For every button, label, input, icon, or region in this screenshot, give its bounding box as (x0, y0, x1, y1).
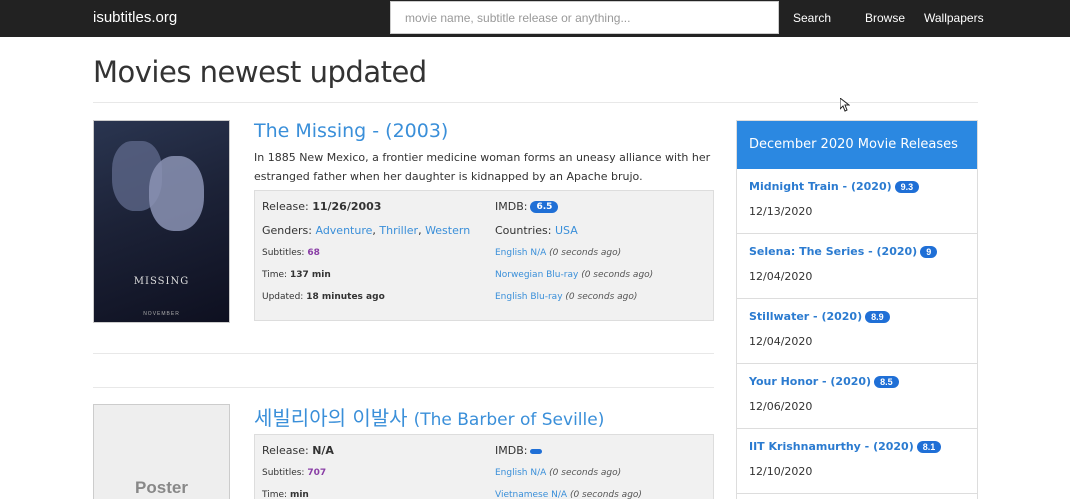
release-title-link[interactable]: Midnight Train - (2020) (749, 180, 892, 193)
release-date: 12/10/2020 (749, 465, 813, 478)
imdb-badge: 6.5 (530, 201, 559, 213)
release-date: 12/13/2020 (749, 205, 813, 218)
imdb-row: IMDB: 6.5 (495, 200, 559, 213)
release-title-link[interactable]: Your Honor - (2020) (749, 375, 871, 388)
subtitle-count[interactable]: 68 (307, 248, 320, 258)
subtitles-row: Subtitles: 68 (262, 248, 320, 258)
movie-info-box: Release: 11/26/2003 IMDB: 6.5 Genders: Ad… (254, 190, 714, 321)
search-input[interactable]: movie name, subtitle release or anything… (390, 1, 779, 34)
release-row: Release: 11/26/2003 (262, 200, 382, 213)
release-item[interactable]: Selena: The Series - (2020) 9 12/04/2020 (737, 234, 977, 299)
imdb-row: IMDB: (495, 444, 543, 457)
poster-date: NOVEMBER (143, 311, 180, 317)
release-row: Release: N/A (262, 444, 334, 457)
nav-browse[interactable]: Browse (865, 11, 905, 25)
countries-row: Countries: USA (495, 224, 578, 237)
genre-link[interactable]: Adventure (315, 224, 372, 237)
release-item[interactable]: Your Honor - (2020) 8.5 12/06/2020 (737, 364, 977, 429)
subtitle-entry: English Blu-ray (0 seconds ago) (495, 292, 638, 302)
subtitle-link[interactable]: English N/A (495, 468, 546, 478)
runtime: 137 min (289, 270, 331, 280)
movie-description: In 1885 New Mexico, a frontier medicine … (254, 151, 711, 183)
release-item[interactable]: IIT Krishnamurthy - (2020) 8.1 12/10/2020 (737, 429, 977, 494)
updated-time: 18 minutes ago (306, 292, 385, 302)
brand-logo[interactable]: isubtitles.org (93, 9, 177, 26)
divider (93, 387, 714, 388)
subtitle-link[interactable]: English Blu-ray (495, 292, 563, 302)
search-button[interactable]: Search (793, 11, 831, 25)
subtitle-link[interactable]: English N/A (495, 248, 546, 258)
release-title-link[interactable]: IIT Krishnamurthy - (2020) (749, 440, 914, 453)
time-row: Time: min (262, 490, 309, 499)
subtitle-link[interactable]: Norwegian Blu-ray (495, 270, 578, 280)
release-date: N/A (312, 444, 334, 457)
rating-badge: 8.1 (916, 440, 942, 453)
movie-poster-placeholder[interactable]: Poster (93, 404, 230, 499)
release-item[interactable]: Midnight Train - (2020) 9.3 12/13/2020 (737, 169, 977, 234)
release-date: 12/04/2020 (749, 335, 813, 348)
rating-badge: 9 (920, 245, 938, 258)
subtitle-entry: English N/A (0 seconds ago) (495, 248, 622, 258)
release-date: 12/06/2020 (749, 400, 813, 413)
release-date: 11/26/2003 (312, 200, 382, 213)
subtitle-entry: Norwegian Blu-ray (0 seconds ago) (495, 270, 654, 280)
release-item[interactable]: Stillwater - (2020) 8.9 12/04/2020 (737, 299, 977, 364)
poster-placeholder-text: Poster (135, 478, 188, 497)
updated-row: Updated: 18 minutes ago (262, 292, 385, 302)
time-row: Time: 137 min (262, 270, 331, 280)
nav-wallpapers[interactable]: Wallpapers (924, 11, 984, 25)
genre-link[interactable]: Western (425, 224, 470, 237)
genres-row: Genders: Adventure, Thriller, Western (262, 224, 471, 237)
subtitle-entry: Vietnamese N/A (0 seconds ago) (495, 490, 642, 499)
runtime: min (289, 490, 309, 499)
poster-title: MISSING (133, 276, 190, 287)
movie-info-box: Release: N/A IMDB: Subtitles: 707 Englis… (254, 434, 714, 499)
movie-title[interactable]: The Missing - (2003) (254, 120, 448, 142)
release-title-link[interactable]: Stillwater - (2020) (749, 310, 862, 323)
top-navbar: isubtitles.org movie name, subtitle rele… (0, 0, 1070, 37)
divider (93, 353, 714, 354)
movie-poster[interactable]: MISSING NOVEMBER (93, 120, 230, 323)
rating-badge: 8.5 (874, 375, 899, 388)
release-title-link[interactable]: Selena: The Series - (2020) (749, 245, 917, 258)
subtitle-link[interactable]: Vietnamese N/A (495, 490, 567, 499)
page-title: Movies newest updated (93, 55, 427, 89)
subtitle-entry: English N/A (0 seconds ago) (495, 468, 622, 478)
subtitles-row: Subtitles: 707 (262, 468, 327, 478)
imdb-badge (530, 448, 543, 454)
sidebar-heading: December 2020 Movie Releases (737, 121, 977, 169)
release-date: 12/04/2020 (749, 270, 813, 283)
rating-badge: 9.3 (894, 180, 920, 193)
poster-figure (149, 156, 204, 231)
rating-badge: 8.9 (865, 310, 890, 323)
movie-title[interactable]: 세빌리아의 이발사 (The Barber of Seville) (254, 402, 604, 431)
country-link[interactable]: USA (555, 224, 578, 237)
genre-link[interactable]: Thriller (379, 224, 418, 237)
subtitle-count[interactable]: 707 (307, 468, 326, 478)
releases-sidebar: December 2020 Movie Releases Midnight Tr… (736, 120, 978, 499)
